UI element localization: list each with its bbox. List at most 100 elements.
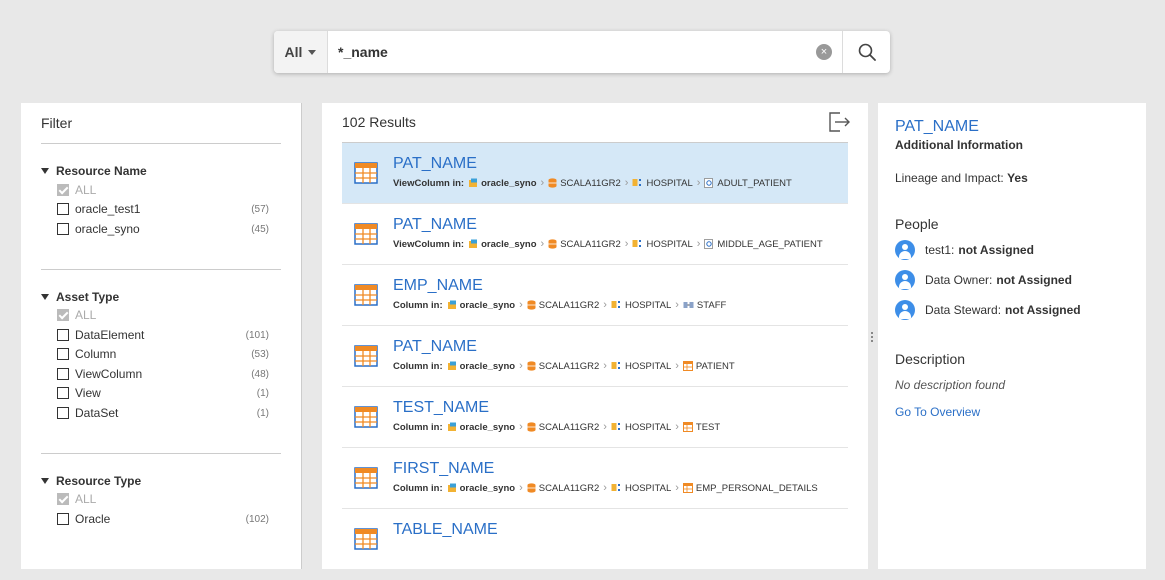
path-schema[interactable]: HOSPITAL — [625, 361, 671, 372]
table-icon — [682, 360, 696, 372]
result-path: ViewColumn in: oracle_syno › SCALA11GR2 › HOS… — [393, 238, 823, 250]
checkbox-icon[interactable] — [57, 513, 69, 525]
schema-icon — [611, 483, 625, 494]
path-schema[interactable]: HOSPITAL — [625, 483, 671, 494]
path-object[interactable]: ADULT_PATIENT — [717, 178, 791, 189]
result-row[interactable]: FIRST_NAME Column in: oracle_syno › SCALA11G… — [342, 448, 848, 509]
filter-group-asset-type[interactable]: Asset Type — [41, 290, 119, 304]
schema-icon — [611, 361, 625, 372]
checkbox-icon[interactable] — [57, 348, 69, 360]
path-resource[interactable]: oracle_syno — [460, 300, 515, 311]
result-name[interactable]: PAT_NAME — [393, 155, 477, 173]
table-icon — [682, 482, 696, 494]
result-name[interactable]: TABLE_NAME — [393, 521, 498, 539]
result-row[interactable]: TABLE_NAME — [342, 509, 848, 569]
path-object[interactable]: STAFF — [697, 300, 726, 311]
filter-option[interactable]: Column (53) — [57, 345, 269, 363]
path-resource[interactable]: oracle_syno — [481, 178, 536, 189]
chevron-right-icon: › — [519, 360, 523, 372]
filter-option[interactable]: ViewColumn (48) — [57, 365, 269, 383]
result-type: Column in: — [393, 299, 443, 311]
table-icon — [682, 421, 696, 433]
filter-group-resource-type[interactable]: Resource Type — [41, 474, 141, 488]
checkbox-checked-icon[interactable] — [57, 493, 69, 505]
schema-icon — [632, 178, 646, 189]
path-database[interactable]: SCALA11GR2 — [539, 361, 600, 372]
divider — [41, 143, 281, 144]
result-type: Column in: — [393, 360, 443, 372]
checkbox-checked-icon[interactable] — [57, 309, 69, 321]
clear-search-icon[interactable]: × — [816, 44, 832, 60]
path-resource[interactable]: oracle_syno — [460, 483, 515, 494]
result-name[interactable]: PAT_NAME — [393, 338, 477, 356]
checkbox-icon[interactable] — [57, 407, 69, 419]
path-database[interactable]: SCALA11GR2 — [539, 422, 600, 433]
result-name[interactable]: EMP_NAME — [393, 277, 483, 295]
filter-group-title: Asset Type — [56, 290, 120, 304]
checkbox-icon[interactable] — [57, 203, 69, 215]
chevron-right-icon: › — [603, 299, 607, 311]
checkbox-icon[interactable] — [57, 223, 69, 235]
chevron-right-icon: › — [675, 421, 679, 433]
search-input[interactable]: *_name — [328, 44, 816, 60]
person-value: not Assigned — [1005, 303, 1081, 317]
chevron-right-icon: › — [519, 421, 523, 433]
divider — [41, 453, 281, 454]
filter-option[interactable]: oracle_syno (45) — [57, 220, 269, 238]
path-object[interactable]: TEST — [696, 422, 720, 433]
view-icon — [704, 239, 717, 250]
chevron-right-icon: › — [696, 177, 701, 189]
path-resource[interactable]: oracle_syno — [481, 239, 536, 250]
detail-title[interactable]: PAT_NAME — [895, 118, 979, 136]
result-row[interactable]: TEST_NAME Column in: oracle_syno › SCALA11GR… — [342, 387, 848, 448]
path-resource[interactable]: oracle_syno — [460, 361, 515, 372]
person-value: not Assigned — [958, 243, 1034, 257]
path-schema[interactable]: HOSPITAL — [646, 239, 692, 250]
path-resource[interactable]: oracle_syno — [460, 422, 515, 433]
path-database[interactable]: SCALA11GR2 — [539, 483, 600, 494]
chevron-right-icon: › — [675, 360, 679, 372]
person-row: Data Steward: not Assigned — [895, 300, 1081, 320]
export-icon[interactable] — [827, 111, 851, 133]
result-row[interactable]: PAT_NAME Column in: oracle_syno › SCALA11GR2… — [342, 326, 848, 387]
path-object[interactable]: PATIENT — [696, 361, 735, 372]
result-name[interactable]: PAT_NAME — [393, 216, 477, 234]
filter-option[interactable]: DataElement (101) — [57, 326, 269, 344]
filter-option[interactable]: ALL — [57, 306, 269, 324]
database-icon — [527, 422, 539, 433]
checkbox-icon[interactable] — [57, 368, 69, 380]
path-object[interactable]: MIDDLE_AGE_PATIENT — [717, 239, 822, 250]
filter-option[interactable]: View (1) — [57, 384, 269, 402]
results-count: 102 Results — [342, 114, 416, 130]
result-row[interactable]: PAT_NAME ViewColumn in: oracle_syno › SCALA1… — [342, 204, 848, 265]
user-avatar-icon — [895, 300, 915, 320]
panel-resize-handle[interactable] — [871, 332, 874, 344]
search-scope-dropdown[interactable]: All — [274, 31, 328, 73]
filter-option[interactable]: ALL — [57, 181, 269, 199]
checkbox-icon[interactable] — [57, 329, 69, 341]
path-database[interactable]: SCALA11GR2 — [539, 300, 600, 311]
result-name[interactable]: TEST_NAME — [393, 399, 489, 417]
path-schema[interactable]: HOSPITAL — [625, 300, 671, 311]
result-type: Column in: — [393, 421, 443, 433]
filter-option[interactable]: DataSet (1) — [57, 404, 269, 422]
path-object[interactable]: EMP_PERSONAL_DETAILS — [696, 483, 818, 494]
result-row[interactable]: EMP_NAME Column in: oracle_syno › SCALA11GR2… — [342, 265, 848, 326]
filter-group-resource-name[interactable]: Resource Name — [41, 164, 147, 178]
filter-option[interactable]: ALL — [57, 490, 269, 508]
user-avatar-icon — [895, 240, 915, 260]
filter-option[interactable]: oracle_test1 (57) — [57, 200, 269, 218]
path-schema[interactable]: HOSPITAL — [625, 422, 671, 433]
checkbox-icon[interactable] — [57, 387, 69, 399]
path-database[interactable]: SCALA11GR2 — [560, 178, 621, 189]
go-to-overview-link[interactable]: Go To Overview — [895, 405, 980, 419]
filter-option[interactable]: Oracle (102) — [57, 510, 269, 528]
path-database[interactable]: SCALA11GR2 — [560, 239, 621, 250]
checkbox-checked-icon[interactable] — [57, 184, 69, 196]
result-name[interactable]: FIRST_NAME — [393, 460, 494, 478]
path-schema[interactable]: HOSPITAL — [646, 178, 692, 189]
result-row[interactable]: PAT_NAME ViewColumn in: oracle_syno › SCALA1… — [342, 143, 848, 204]
table-column-icon — [354, 162, 378, 189]
search-button[interactable] — [842, 31, 890, 73]
resource-icon — [447, 361, 460, 372]
